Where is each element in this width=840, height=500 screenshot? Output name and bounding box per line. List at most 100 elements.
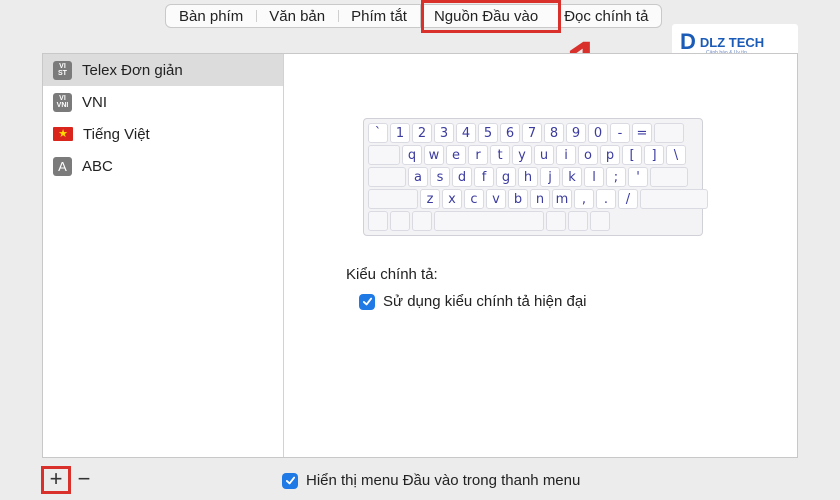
keyboard-key: - bbox=[610, 123, 630, 143]
source-item-abc[interactable]: A ABC bbox=[43, 150, 283, 182]
tab-shortcuts[interactable]: Phím tắt bbox=[338, 5, 420, 27]
source-item-vni[interactable]: VI VNI VNI bbox=[43, 86, 283, 118]
modern-spelling-option[interactable]: Sử dụng kiểu chính tả hiện đại bbox=[359, 293, 587, 310]
keyboard-key: y bbox=[512, 145, 532, 165]
keyboard-key: 7 bbox=[522, 123, 542, 143]
keyboard-key bbox=[650, 167, 688, 187]
tab-dictation-label: Đọc chính tả bbox=[564, 7, 649, 25]
keyboard-key: 5 bbox=[478, 123, 498, 143]
keyboard-key: m bbox=[552, 189, 572, 209]
keyboard-key: k bbox=[562, 167, 582, 187]
keyboard-key bbox=[390, 211, 410, 231]
keyboard-key: / bbox=[618, 189, 638, 209]
keyboard-key: \ bbox=[666, 145, 686, 165]
keyboard-key: u bbox=[534, 145, 554, 165]
keyboard-key: d bbox=[452, 167, 472, 187]
keyboard-row bbox=[368, 211, 698, 231]
keyboard-key: f bbox=[474, 167, 494, 187]
keyboard-key: o bbox=[578, 145, 598, 165]
keyboard-key bbox=[412, 211, 432, 231]
keyboard-row: z x c v b n m,. / bbox=[368, 189, 708, 209]
keyboard-key: v bbox=[486, 189, 506, 209]
source-item-vietnamese[interactable]: ★ Tiếng Việt bbox=[43, 118, 283, 150]
keyboard-row: a s d f g h j k l; ' bbox=[368, 167, 698, 187]
show-input-menu-checkbox[interactable] bbox=[282, 472, 298, 489]
keyboard-key: q bbox=[402, 145, 422, 165]
keyboard-key bbox=[640, 189, 708, 209]
source-item-telex[interactable]: VI ST Telex Đơn giản bbox=[43, 54, 283, 86]
keyboard-key: 8 bbox=[544, 123, 564, 143]
keyboard-key: t bbox=[490, 145, 510, 165]
keyboard-key bbox=[654, 123, 684, 143]
keyboard-key: h bbox=[518, 167, 538, 187]
keyboard-key: 0 bbox=[588, 123, 608, 143]
keyboard-key bbox=[368, 167, 406, 187]
keyboard-key: j bbox=[540, 167, 560, 187]
keyboard-key: . bbox=[596, 189, 616, 209]
tab-dictation[interactable]: Đọc chính tả bbox=[551, 5, 661, 27]
keyboard-layout-preview: ` 1 2 3 4 5 6 7 8 9 0- = q w e r t y u i o p[] \ a s d f g h j k l; ' z x c… bbox=[363, 118, 708, 236]
keyboard-key: 9 bbox=[566, 123, 586, 143]
keyboard-key: p bbox=[600, 145, 620, 165]
keyboard-key bbox=[368, 145, 400, 165]
keyboard-key bbox=[546, 211, 566, 231]
tab-shortcuts-label: Phím tắt bbox=[351, 7, 407, 25]
keyboard-key: r bbox=[468, 145, 488, 165]
vi-st-icon: VI ST bbox=[53, 60, 72, 80]
keyboard-key bbox=[368, 211, 388, 231]
tab-text[interactable]: Văn bản bbox=[256, 5, 338, 27]
checkmark-icon bbox=[285, 476, 295, 485]
keyboard-key: = bbox=[632, 123, 652, 143]
keyboard-key bbox=[590, 211, 610, 231]
keyboard-key: [ bbox=[622, 145, 642, 165]
remove-source-button[interactable]: − bbox=[70, 466, 98, 492]
source-label: ABC bbox=[82, 157, 113, 175]
keyboard-key: 1 bbox=[390, 123, 410, 143]
keyboard-key bbox=[368, 189, 418, 209]
add-button-highlight-box bbox=[41, 466, 71, 494]
show-input-menu-option[interactable]: Hiển thị menu Đầu vào trong thanh menu bbox=[282, 472, 580, 489]
keyboard-key: i bbox=[556, 145, 576, 165]
keyboard-key: , bbox=[574, 189, 594, 209]
keyboard-key bbox=[568, 211, 588, 231]
keyboard-key: g bbox=[496, 167, 516, 187]
keyboard-key: s bbox=[430, 167, 450, 187]
keyboard-key: 3 bbox=[434, 123, 454, 143]
keyboard-key: ] bbox=[644, 145, 664, 165]
keyboard-key: 4 bbox=[456, 123, 476, 143]
abc-icon: A bbox=[53, 156, 72, 176]
keyboard-key: e bbox=[446, 145, 466, 165]
source-label: Telex Đơn giản bbox=[82, 61, 183, 79]
keyboard-row: q w e r t y u i o p[] \ bbox=[368, 145, 698, 165]
keyboard-key: n bbox=[530, 189, 550, 209]
show-input-menu-label: Hiển thị menu Đầu vào trong thanh menu bbox=[306, 472, 581, 489]
keyboard-key: c bbox=[464, 189, 484, 209]
tab-text-label: Văn bản bbox=[269, 7, 326, 25]
keyboard-key: ; bbox=[606, 167, 626, 187]
tab-input-sources-label: Nguồn Đầu vào bbox=[433, 7, 539, 25]
keyboard-key: l bbox=[584, 167, 604, 187]
keyboard-key: x bbox=[442, 189, 462, 209]
keyboard-key: ' bbox=[628, 167, 648, 187]
input-sources-panel: VI ST Telex Đơn giản VI VNI VNI ★ Tiếng Vi… bbox=[42, 53, 798, 458]
vietnam-flag-icon: ★ bbox=[53, 127, 73, 141]
modern-spelling-checkbox[interactable] bbox=[359, 293, 375, 310]
keyboard-key: b bbox=[508, 189, 528, 209]
checkmark-icon bbox=[362, 297, 372, 306]
keyboard-key: a bbox=[408, 167, 428, 187]
vi-vni-icon: VI VNI bbox=[53, 92, 72, 112]
source-label: VNI bbox=[82, 93, 108, 111]
source-label: Tiếng Việt bbox=[83, 125, 150, 143]
keyboard-key: w bbox=[424, 145, 444, 165]
keyboard-key: 2 bbox=[412, 123, 432, 143]
tab-input-sources[interactable]: Nguồn Đầu vào bbox=[419, 5, 551, 27]
tab-keyboard[interactable]: Bàn phím bbox=[166, 5, 256, 27]
tab-keyboard-label: Bàn phím bbox=[179, 7, 244, 25]
keyboard-key: ` bbox=[368, 123, 388, 143]
input-source-list[interactable]: VI ST Telex Đơn giản VI VNI VNI ★ Tiếng Vi… bbox=[43, 54, 284, 457]
modern-spelling-label: Sử dụng kiểu chính tả hiện đại bbox=[383, 293, 587, 310]
keyboard-row: ` 1 2 3 4 5 6 7 8 9 0- = bbox=[368, 123, 698, 143]
logo-text: DLZ TECH bbox=[699, 34, 765, 50]
keyboard-key: z bbox=[420, 189, 440, 209]
keyboard-key bbox=[434, 211, 544, 231]
